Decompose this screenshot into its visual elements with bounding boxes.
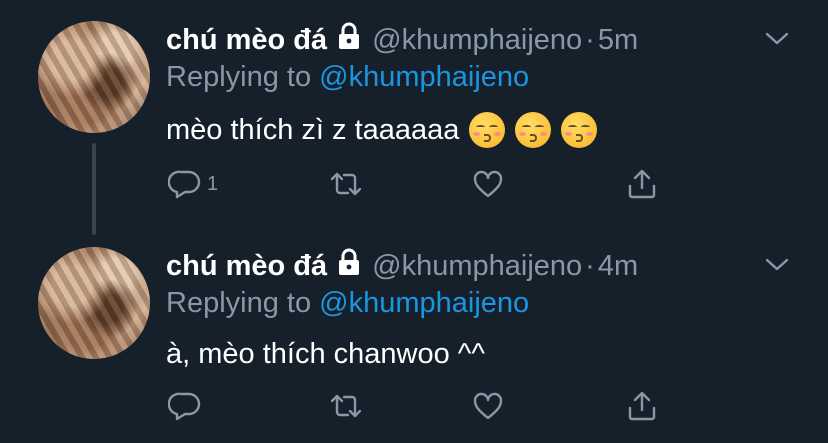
like-button[interactable] bbox=[472, 388, 504, 424]
reply-icon bbox=[168, 392, 201, 421]
replying-to-label: Replying to bbox=[166, 61, 320, 93]
tweet[interactable]: chú mèo đá @khumphaijeno · 5m Replying t… bbox=[0, 0, 828, 235]
lock-icon bbox=[336, 248, 362, 284]
user-handle[interactable]: @khumphaijeno bbox=[372, 250, 582, 283]
tweet-header: chú mèo đá @khumphaijeno · 4m bbox=[166, 248, 638, 284]
retweet-icon bbox=[330, 394, 362, 418]
tweet[interactable]: chú mèo đá @khumphaijeno · 4m Replying t… bbox=[0, 226, 828, 443]
timestamp[interactable]: 4m bbox=[598, 250, 638, 283]
kissing-face-emoji-icon bbox=[515, 112, 552, 148]
kissing-face-emoji-icon bbox=[561, 112, 598, 148]
avatar[interactable] bbox=[38, 247, 150, 359]
avatar[interactable] bbox=[38, 21, 150, 133]
reply-count: 1 bbox=[207, 172, 219, 195]
retweet-button[interactable] bbox=[328, 388, 364, 424]
timestamp[interactable]: 5m bbox=[598, 24, 638, 57]
thread-connector-line bbox=[92, 143, 96, 235]
tweet-text-content: mèo thích zì z taaaaaa bbox=[166, 113, 460, 146]
share-button[interactable] bbox=[626, 166, 658, 202]
like-button[interactable] bbox=[472, 166, 504, 202]
separator-dot: · bbox=[585, 23, 595, 56]
replying-to: Replying to @khumphaijeno bbox=[166, 61, 529, 94]
retweet-button[interactable] bbox=[328, 166, 364, 202]
share-icon bbox=[628, 391, 656, 421]
chevron-down-icon[interactable] bbox=[764, 28, 790, 48]
display-name[interactable]: chú mèo đá bbox=[166, 24, 327, 57]
tweet-header: chú mèo đá @khumphaijeno · 5m bbox=[166, 22, 638, 58]
chevron-down-icon[interactable] bbox=[764, 254, 790, 274]
tweet-actions bbox=[166, 388, 666, 424]
share-icon bbox=[628, 169, 656, 199]
like-icon bbox=[473, 170, 503, 198]
tweet-text: à, mèo thích chanwoo ^^ bbox=[166, 338, 485, 371]
separator-dot: · bbox=[585, 249, 595, 282]
replying-to: Replying to @khumphaijeno bbox=[166, 287, 529, 320]
replying-to-label: Replying to bbox=[166, 287, 320, 319]
reply-button[interactable]: 1 bbox=[168, 166, 218, 202]
user-handle[interactable]: @khumphaijeno bbox=[372, 24, 582, 57]
replying-to-handle[interactable]: @khumphaijeno bbox=[319, 61, 529, 93]
like-icon bbox=[473, 392, 503, 420]
lock-icon bbox=[336, 22, 362, 58]
replying-to-handle[interactable]: @khumphaijeno bbox=[319, 287, 529, 319]
reply-button[interactable] bbox=[168, 388, 207, 424]
display-name[interactable]: chú mèo đá bbox=[166, 250, 327, 283]
tweet-thread: chú mèo đá @khumphaijeno · 5m Replying t… bbox=[0, 0, 828, 443]
tweet-actions: 1 bbox=[166, 166, 666, 202]
tweet-text-content: à, mèo thích chanwoo ^^ bbox=[166, 338, 485, 370]
kissing-face-emoji-icon bbox=[469, 112, 506, 148]
share-button[interactable] bbox=[626, 388, 658, 424]
tweet-text: mèo thích zì z taaaaaa bbox=[166, 112, 598, 148]
retweet-icon bbox=[330, 172, 362, 196]
reply-icon bbox=[168, 170, 201, 199]
